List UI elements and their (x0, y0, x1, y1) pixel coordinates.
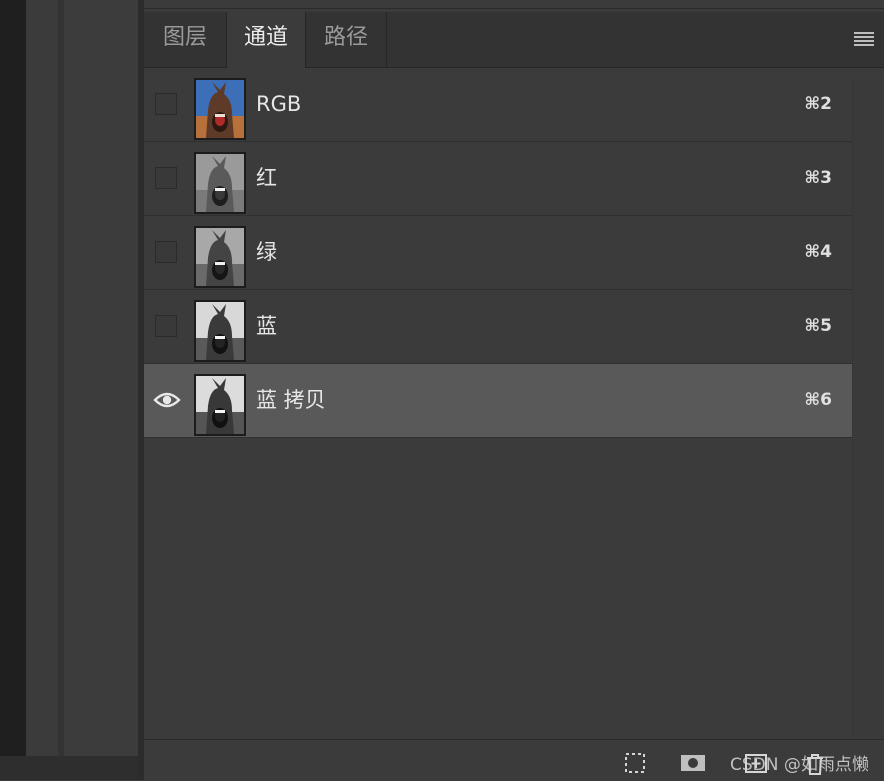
channel-thumbnail (194, 374, 246, 436)
eye-icon[interactable] (153, 390, 181, 410)
channel-row-red[interactable]: 红 ⌘3 (144, 142, 852, 216)
hamburger-menu-icon[interactable] (854, 32, 874, 46)
channel-name: 红 (256, 166, 277, 190)
visibility-toggle[interactable] (155, 241, 177, 263)
channel-thumbnail (194, 152, 246, 214)
channel-row-green[interactable]: 绿 ⌘4 (144, 216, 852, 290)
channel-shortcut: ⌘5 (804, 316, 832, 336)
tab-label: 图层 (162, 25, 207, 50)
tab-label: 通道 (243, 25, 288, 50)
channels-panel: 图层 通道 路径 RGB ⌘2 红 ⌘3 绿 ⌘4 蓝 ⌘5 蓝 拷贝 ⌘6 C… (144, 0, 884, 781)
channel-shortcut: ⌘3 (804, 168, 832, 188)
channel-name: 蓝 拷贝 (256, 388, 326, 412)
visibility-toggle[interactable] (155, 167, 177, 189)
channel-row-blue-copy[interactable]: 蓝 拷贝 ⌘6 (144, 364, 852, 438)
left-dark-strip (0, 0, 26, 780)
channel-thumbnail (194, 78, 246, 140)
panel-top-edge (144, 0, 884, 9)
left-toolbar-strip (26, 0, 58, 780)
collapsed-panel-column (64, 0, 138, 780)
panel-tab-bar: 图层 通道 路径 (144, 12, 884, 68)
tab-paths[interactable]: 路径 (306, 12, 386, 67)
channel-thumbnail (194, 226, 246, 288)
tab-separator (386, 12, 387, 67)
channel-shortcut: ⌘6 (804, 390, 832, 410)
panel-footer: CSDN @如雨点懒 (144, 739, 884, 781)
channel-name: RGB (256, 92, 302, 116)
visibility-toggle[interactable] (155, 315, 177, 337)
channel-thumbnail (194, 300, 246, 362)
channel-row-rgb[interactable]: RGB ⌘2 (144, 68, 852, 142)
channel-name: 绿 (256, 240, 277, 264)
channel-shortcut: ⌘2 (804, 94, 832, 114)
left-bottom-bar (0, 756, 138, 780)
channel-shortcut: ⌘4 (804, 242, 832, 262)
channel-list: RGB ⌘2 红 ⌘3 绿 ⌘4 蓝 ⌘5 蓝 拷贝 ⌘6 (144, 68, 852, 438)
tab-channels[interactable]: 通道 (227, 12, 305, 68)
visibility-toggle[interactable] (155, 93, 177, 115)
load-selection-icon[interactable] (624, 752, 646, 778)
save-selection-icon[interactable] (680, 752, 706, 778)
channel-row-blue[interactable]: 蓝 ⌘5 (144, 290, 852, 364)
tab-label: 路径 (323, 25, 368, 50)
scrollbar[interactable] (852, 78, 884, 738)
tab-layers[interactable]: 图层 (144, 12, 226, 67)
channel-name: 蓝 (256, 314, 277, 338)
watermark: CSDN @如雨点懒 (730, 755, 869, 775)
